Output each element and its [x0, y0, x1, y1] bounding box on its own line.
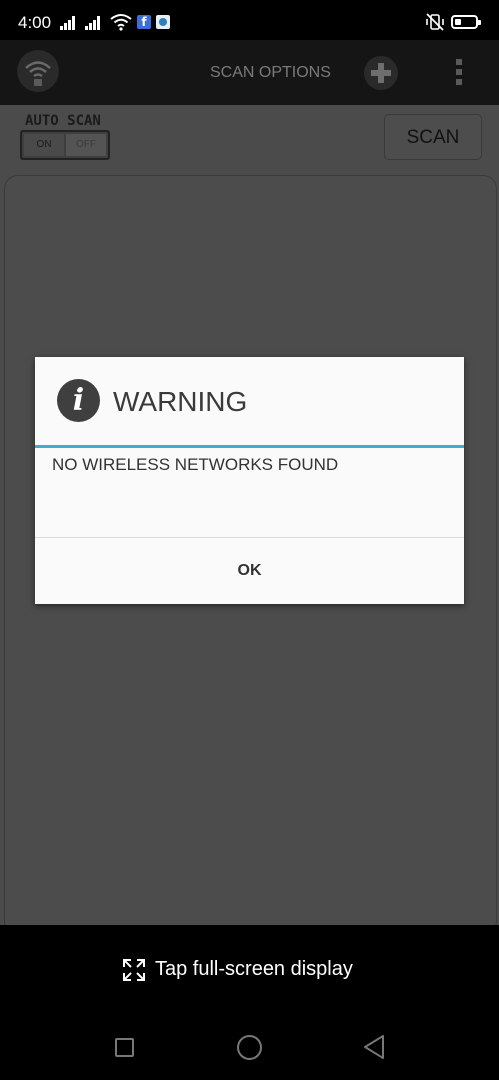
fullscreen-banner[interactable]: Tap full-screen display [0, 925, 499, 1010]
wifi-scanner-logo-icon[interactable] [17, 50, 59, 92]
toggle-off-option[interactable]: OFF [66, 134, 106, 156]
warning-dialog: i WARNING NO WIRELESS NETWORKS FOUND OK [35, 357, 464, 604]
signal-icon [60, 16, 78, 30]
recents-square-icon[interactable] [115, 1038, 134, 1057]
vibrate-mute-icon [426, 13, 444, 31]
app-icon [156, 15, 170, 29]
toggle-on-option[interactable]: ON [24, 134, 64, 156]
back-triangle-icon[interactable] [362, 1034, 386, 1060]
home-circle-icon[interactable] [237, 1035, 262, 1060]
plus-icon[interactable] [364, 56, 398, 90]
fullscreen-banner-text[interactable]: Tap full-screen display [155, 958, 353, 981]
app-bar: SCAN OPTIONS [0, 40, 499, 105]
status-bar: 4:00 f [0, 0, 499, 40]
dialog-message: NO WIRELESS NETWORKS FOUND [52, 455, 339, 474]
info-icon: i [57, 379, 100, 422]
auto-scan-toggle[interactable]: ON OFF [20, 130, 110, 160]
fullscreen-expand-icon [123, 959, 145, 981]
scan-button[interactable]: SCAN [384, 114, 482, 160]
signal-icon [85, 16, 103, 30]
dialog-title: WARNING [113, 386, 248, 417]
navigation-bar [0, 1010, 499, 1080]
battery-icon [451, 15, 481, 29]
dialog-divider [35, 445, 464, 448]
auto-scan-label: AUTO SCAN [25, 113, 101, 129]
page-title[interactable]: SCAN OPTIONS [210, 64, 331, 82]
wifi-icon [110, 14, 132, 31]
ok-button[interactable]: OK [35, 538, 464, 604]
status-time: 4:00 [18, 13, 52, 32]
overflow-menu-icon[interactable] [452, 56, 466, 90]
facebook-icon: f [137, 15, 151, 29]
